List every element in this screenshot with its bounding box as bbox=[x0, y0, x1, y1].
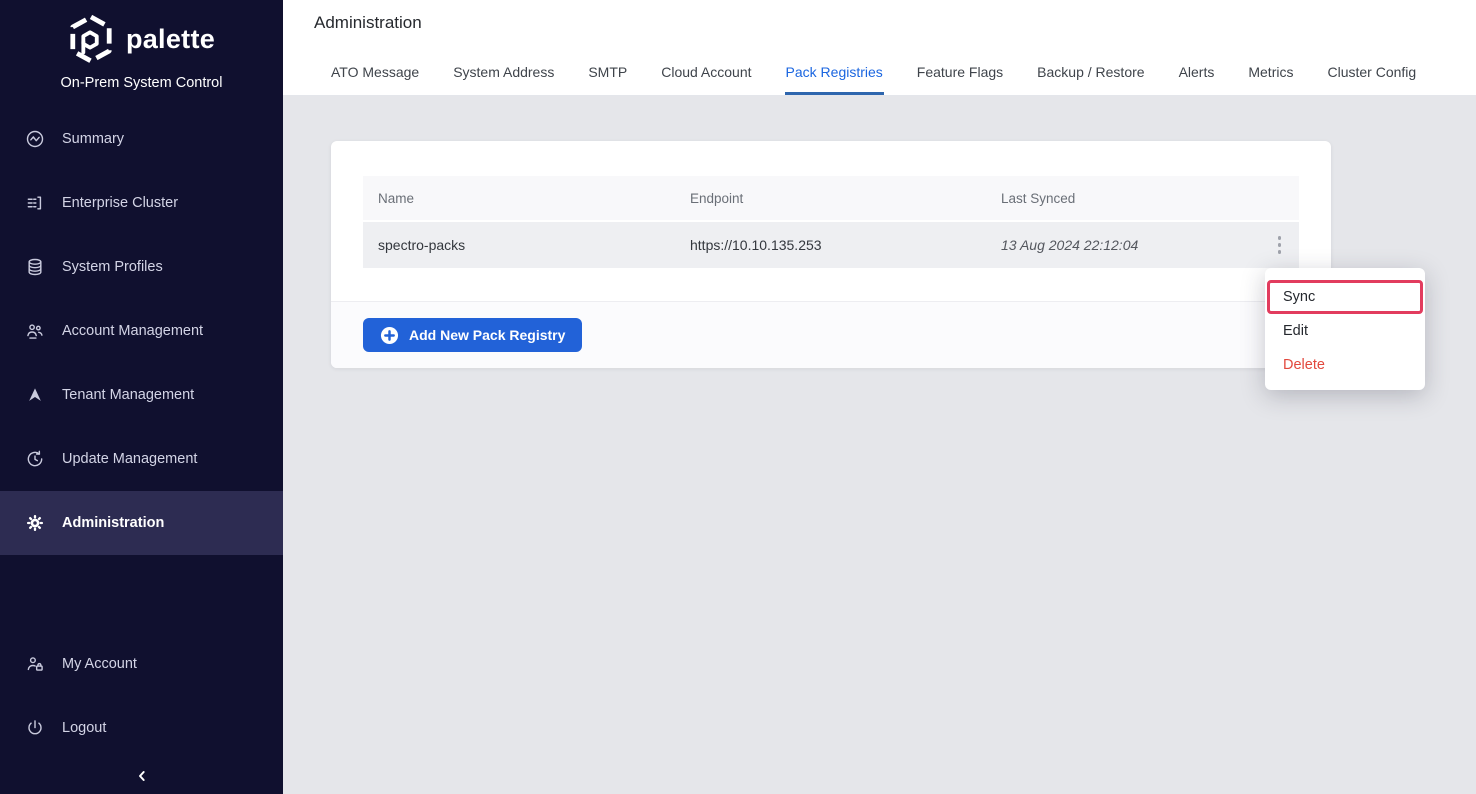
tenant-arrow-icon bbox=[25, 385, 45, 405]
add-pack-registry-button[interactable]: Add New Pack Registry bbox=[363, 318, 582, 352]
sidebar-item-label: Update Management bbox=[62, 451, 197, 467]
main-area: Administration ATO Message System Addres… bbox=[283, 0, 1476, 794]
sidebar-item-label: Account Management bbox=[62, 323, 203, 339]
table-header-row: Name Endpoint Last Synced bbox=[363, 176, 1299, 220]
sidebar-collapse-button[interactable] bbox=[0, 760, 283, 792]
menu-item-delete[interactable]: Delete bbox=[1265, 348, 1425, 382]
row-actions-kebab-icon[interactable] bbox=[1270, 230, 1290, 260]
top-bar: Administration ATO Message System Addres… bbox=[283, 0, 1476, 96]
user-lock-icon bbox=[25, 654, 45, 674]
sidebar-item-label: Logout bbox=[62, 720, 106, 736]
sidebar-item-my-account[interactable]: My Account bbox=[0, 632, 283, 696]
sidebar-item-account-management[interactable]: Account Management bbox=[0, 299, 283, 363]
tab-cluster-config[interactable]: Cluster Config bbox=[1326, 54, 1417, 95]
sidebar-item-enterprise-cluster[interactable]: Enterprise Cluster bbox=[0, 171, 283, 235]
sidebar-item-summary[interactable]: Summary bbox=[0, 107, 283, 171]
sidebar-item-label: Summary bbox=[62, 131, 124, 147]
history-clock-icon bbox=[25, 449, 45, 469]
registry-last-synced-cell: 13 Aug 2024 22:12:04 bbox=[1001, 237, 1138, 253]
sidebar-item-label: System Profiles bbox=[62, 259, 163, 275]
column-header-name: Name bbox=[363, 191, 675, 206]
gear-icon bbox=[25, 513, 45, 533]
registry-endpoint-cell: https://10.10.135.253 bbox=[675, 237, 986, 253]
pack-registries-card: Name Endpoint Last Synced spectro-packs … bbox=[331, 141, 1331, 368]
sidebar-nav: Summary Enterprise Cluster System Prof bbox=[0, 107, 283, 555]
sidebar-item-label: Enterprise Cluster bbox=[62, 195, 178, 211]
menu-item-edit[interactable]: Edit bbox=[1265, 314, 1425, 348]
tab-cloud-account[interactable]: Cloud Account bbox=[660, 54, 752, 95]
tab-smtp[interactable]: SMTP bbox=[587, 54, 628, 95]
brand-name: palette bbox=[126, 24, 215, 55]
sidebar-item-label: Tenant Management bbox=[62, 387, 194, 403]
sidebar: palette On-Prem System Control Summary E… bbox=[0, 0, 283, 794]
sidebar-item-update-management[interactable]: Update Management bbox=[0, 427, 283, 491]
sidebar-item-label: Administration bbox=[62, 515, 164, 531]
sidebar-item-system-profiles[interactable]: System Profiles bbox=[0, 235, 283, 299]
table-row: spectro-packs https://10.10.135.253 13 A… bbox=[363, 222, 1299, 268]
column-header-endpoint: Endpoint bbox=[675, 191, 986, 206]
sidebar-item-tenant-management[interactable]: Tenant Management bbox=[0, 363, 283, 427]
registry-table: Name Endpoint Last Synced spectro-packs … bbox=[331, 141, 1331, 268]
tab-system-address[interactable]: System Address bbox=[452, 54, 555, 95]
sidebar-item-administration[interactable]: Administration bbox=[0, 491, 283, 555]
brand: palette On-Prem System Control bbox=[0, 0, 283, 91]
tab-alerts[interactable]: Alerts bbox=[1178, 54, 1216, 95]
card-footer: Add New Pack Registry bbox=[331, 301, 1331, 368]
chevron-left-icon bbox=[134, 768, 150, 784]
column-header-last-synced: Last Synced bbox=[986, 191, 1256, 206]
tab-backup-restore[interactable]: Backup / Restore bbox=[1036, 54, 1145, 95]
row-context-menu: Sync Edit Delete bbox=[1265, 268, 1425, 390]
registry-name-cell: spectro-packs bbox=[363, 237, 675, 253]
tab-ato-message[interactable]: ATO Message bbox=[330, 54, 420, 95]
sidebar-bottom: My Account Logout bbox=[0, 632, 283, 794]
sidebar-item-logout[interactable]: Logout bbox=[0, 696, 283, 760]
sidebar-item-label: My Account bbox=[62, 656, 137, 672]
menu-item-sync[interactable]: Sync bbox=[1267, 280, 1423, 314]
database-icon bbox=[25, 257, 45, 277]
power-icon bbox=[25, 718, 45, 738]
tab-pack-registries[interactable]: Pack Registries bbox=[785, 54, 884, 95]
palette-logo-icon bbox=[68, 14, 114, 64]
cluster-list-icon bbox=[25, 193, 45, 213]
brand-subtitle: On-Prem System Control bbox=[61, 75, 223, 91]
tab-bar: ATO Message System Address SMTP Cloud Ac… bbox=[330, 54, 1417, 95]
plus-circle-icon bbox=[380, 326, 399, 345]
tab-feature-flags[interactable]: Feature Flags bbox=[916, 54, 1004, 95]
activity-icon bbox=[25, 129, 45, 149]
tab-metrics[interactable]: Metrics bbox=[1247, 54, 1294, 95]
users-icon bbox=[25, 321, 45, 341]
page-title: Administration bbox=[314, 13, 422, 33]
